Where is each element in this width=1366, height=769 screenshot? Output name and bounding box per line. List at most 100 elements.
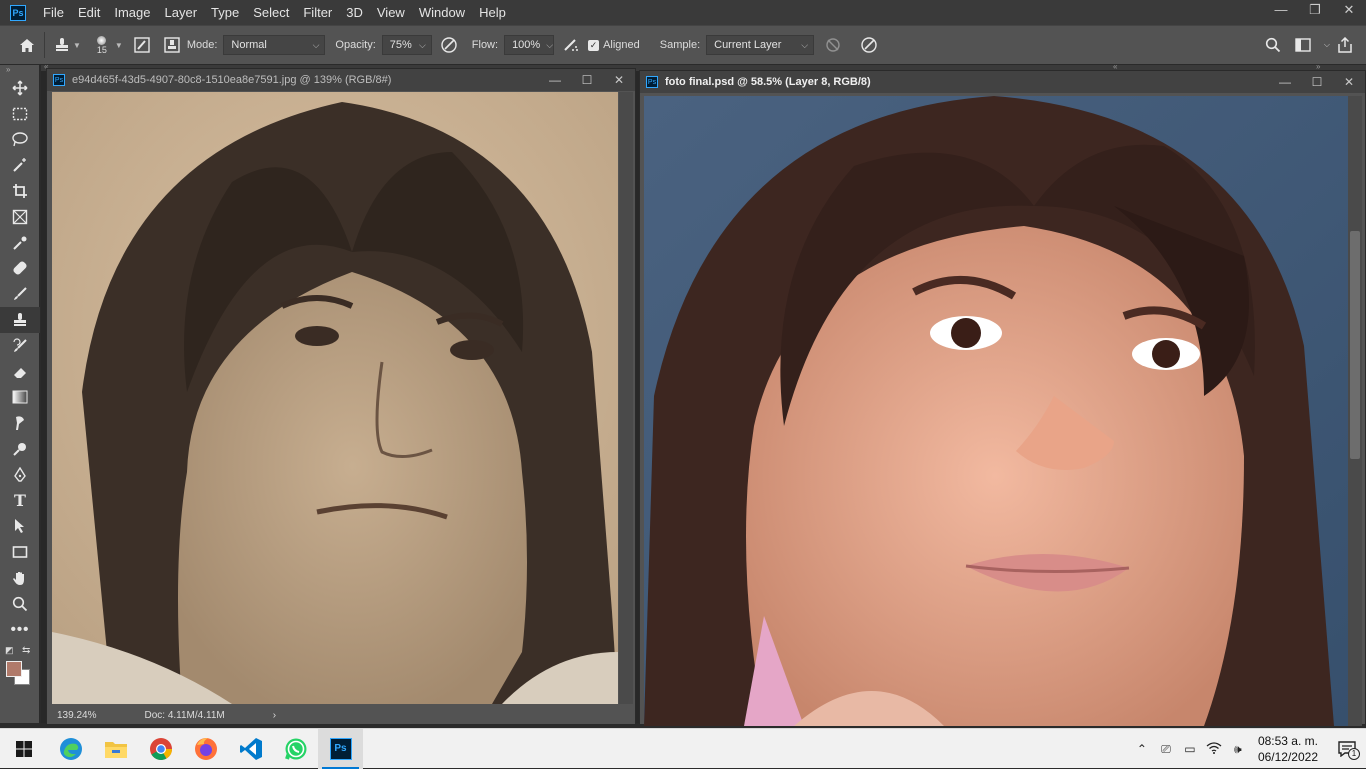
menu-file[interactable]: File	[36, 5, 71, 20]
meet-now-icon[interactable]: ⎚	[1154, 742, 1178, 757]
menu-view[interactable]: View	[370, 5, 412, 20]
move-icon[interactable]	[0, 75, 40, 101]
scrollbar-thumb[interactable]	[1350, 231, 1360, 459]
start-button[interactable]	[0, 729, 48, 769]
share-icon[interactable]	[1334, 34, 1356, 56]
close-button[interactable]: ✕	[1333, 71, 1365, 93]
smudge-icon[interactable]	[0, 410, 40, 436]
menu-help[interactable]: Help	[472, 5, 513, 20]
pen-icon[interactable]	[0, 462, 40, 488]
divider	[44, 32, 45, 58]
panel-collapse-icon[interactable]: »	[0, 65, 39, 75]
stamp-preset-icon[interactable]	[51, 34, 73, 56]
menu-filter[interactable]: Filter	[296, 5, 339, 20]
brush-settings-icon[interactable]	[131, 34, 153, 56]
minimize-button[interactable]: —	[1269, 71, 1301, 93]
maximize-button[interactable]: ☐	[571, 69, 603, 91]
edge-icon[interactable]	[48, 729, 93, 769]
lasso-icon[interactable]	[0, 127, 40, 153]
menu-image[interactable]: Image	[107, 5, 157, 20]
maximize-button[interactable]: ☐	[1301, 71, 1333, 93]
system-clock[interactable]: 08:53 a. m. 06/12/2022	[1258, 733, 1318, 765]
document-window-original: Ps e94d465f-43d5-4907-80c8-1510ea8e7591.…	[46, 68, 636, 725]
ignore-adjustment-layers-icon[interactable]	[822, 34, 844, 56]
workspace-icon[interactable]	[1292, 34, 1314, 56]
default-colors-icon[interactable]: ◩	[5, 645, 14, 656]
menu-window[interactable]: Window	[412, 5, 472, 20]
sample-select[interactable]: Current Layer ⌵	[706, 35, 815, 55]
whatsapp-icon[interactable]	[273, 729, 318, 769]
chevron-down-icon[interactable]: ⌵	[1324, 40, 1330, 50]
magic-wand-icon[interactable]	[0, 152, 40, 178]
flow-value: 100%	[512, 39, 541, 51]
chevron-down-icon[interactable]: ▼	[115, 41, 123, 50]
brush-preset-picker[interactable]: 15	[91, 35, 113, 55]
canvas-image-original[interactable]	[52, 92, 618, 704]
search-icon[interactable]	[1262, 34, 1284, 56]
psd-file-icon: Ps	[53, 74, 65, 86]
menu-type[interactable]: Type	[204, 5, 246, 20]
notification-center-button[interactable]: 1	[1328, 741, 1366, 760]
mode-select[interactable]: Normal ⌵	[223, 35, 326, 55]
airbrush-icon[interactable]	[560, 34, 582, 56]
rectangle-icon[interactable]	[0, 539, 40, 565]
chevron-down-icon: ⌵	[801, 39, 809, 50]
window-controls: — ❐ ✕	[1264, 0, 1366, 22]
arrow-icon[interactable]	[0, 514, 40, 540]
minimize-button[interactable]: —	[1264, 0, 1298, 22]
pressure-size-icon[interactable]	[858, 34, 880, 56]
battery-icon[interactable]: ▭	[1178, 742, 1202, 756]
gradient-icon[interactable]	[0, 385, 40, 411]
close-button[interactable]: ✕	[603, 69, 635, 91]
pressure-opacity-icon[interactable]	[438, 34, 460, 56]
swap-colors-icon[interactable]: ⇆	[22, 645, 30, 656]
chevron-up-icon[interactable]: ⌃	[1130, 742, 1154, 756]
sample-value: Current Layer	[714, 39, 782, 51]
file-explorer-icon[interactable]	[93, 729, 138, 769]
close-button[interactable]: ✕	[1332, 0, 1366, 22]
brush-icon[interactable]	[0, 281, 40, 307]
firefox-icon[interactable]	[183, 729, 228, 769]
photoshop-taskbar-icon[interactable]: Ps	[318, 728, 363, 769]
mode-value: Normal	[231, 39, 267, 51]
chevron-right-icon[interactable]: ›	[273, 710, 276, 721]
chrome-icon[interactable]	[138, 729, 183, 769]
vscode-icon[interactable]	[228, 729, 273, 769]
chevron-down-icon[interactable]: ▼	[73, 41, 81, 50]
eraser-icon[interactable]	[0, 359, 40, 385]
bandage-icon[interactable]	[0, 256, 40, 282]
hand-icon[interactable]	[0, 565, 40, 591]
type-icon[interactable]: T	[0, 488, 40, 514]
marquee-icon[interactable]	[0, 101, 40, 127]
opacity-field[interactable]: 75% ⌵	[381, 35, 432, 55]
vertical-scrollbar[interactable]	[619, 92, 633, 704]
history-brush-icon[interactable]	[0, 333, 40, 359]
eyedropper-icon[interactable]	[0, 230, 40, 256]
zoom-level[interactable]: 139.24%	[57, 710, 96, 721]
wifi-icon[interactable]	[1202, 741, 1226, 757]
menu-select[interactable]: Select	[246, 5, 296, 20]
aligned-checkbox[interactable]: ✓	[588, 39, 600, 51]
document-title-bar[interactable]: Ps foto final.psd @ 58.5% (Layer 8, RGB/…	[640, 71, 1365, 93]
menu-layer[interactable]: Layer	[158, 5, 205, 20]
zoom-icon[interactable]	[0, 591, 40, 617]
menu-edit[interactable]: Edit	[71, 5, 107, 20]
dodge-icon[interactable]	[0, 436, 40, 462]
photoshop-logo-icon[interactable]: Ps	[10, 4, 26, 21]
home-icon[interactable]	[16, 34, 38, 56]
document-title-bar[interactable]: Ps e94d465f-43d5-4907-80c8-1510ea8e7591.…	[47, 69, 635, 91]
foreground-color-swatch[interactable]	[6, 660, 22, 677]
menu-3d[interactable]: 3D	[339, 5, 370, 20]
vertical-scrollbar[interactable]	[1348, 96, 1362, 726]
clone-source-icon[interactable]	[161, 34, 183, 56]
document-size-info[interactable]: Doc: 4.11M/4.11M	[144, 710, 224, 721]
ellipsis-icon[interactable]: •••	[0, 617, 40, 643]
stamp-icon[interactable]	[0, 307, 40, 333]
minimize-button[interactable]: —	[539, 69, 571, 91]
flow-field[interactable]: 100% ⌵	[504, 35, 555, 55]
crop-icon[interactable]	[0, 178, 40, 204]
canvas-image-final[interactable]	[644, 96, 1348, 726]
volume-icon[interactable]: 🕪	[1226, 742, 1250, 757]
restore-button[interactable]: ❐	[1298, 0, 1332, 22]
frame-icon[interactable]	[0, 204, 40, 230]
